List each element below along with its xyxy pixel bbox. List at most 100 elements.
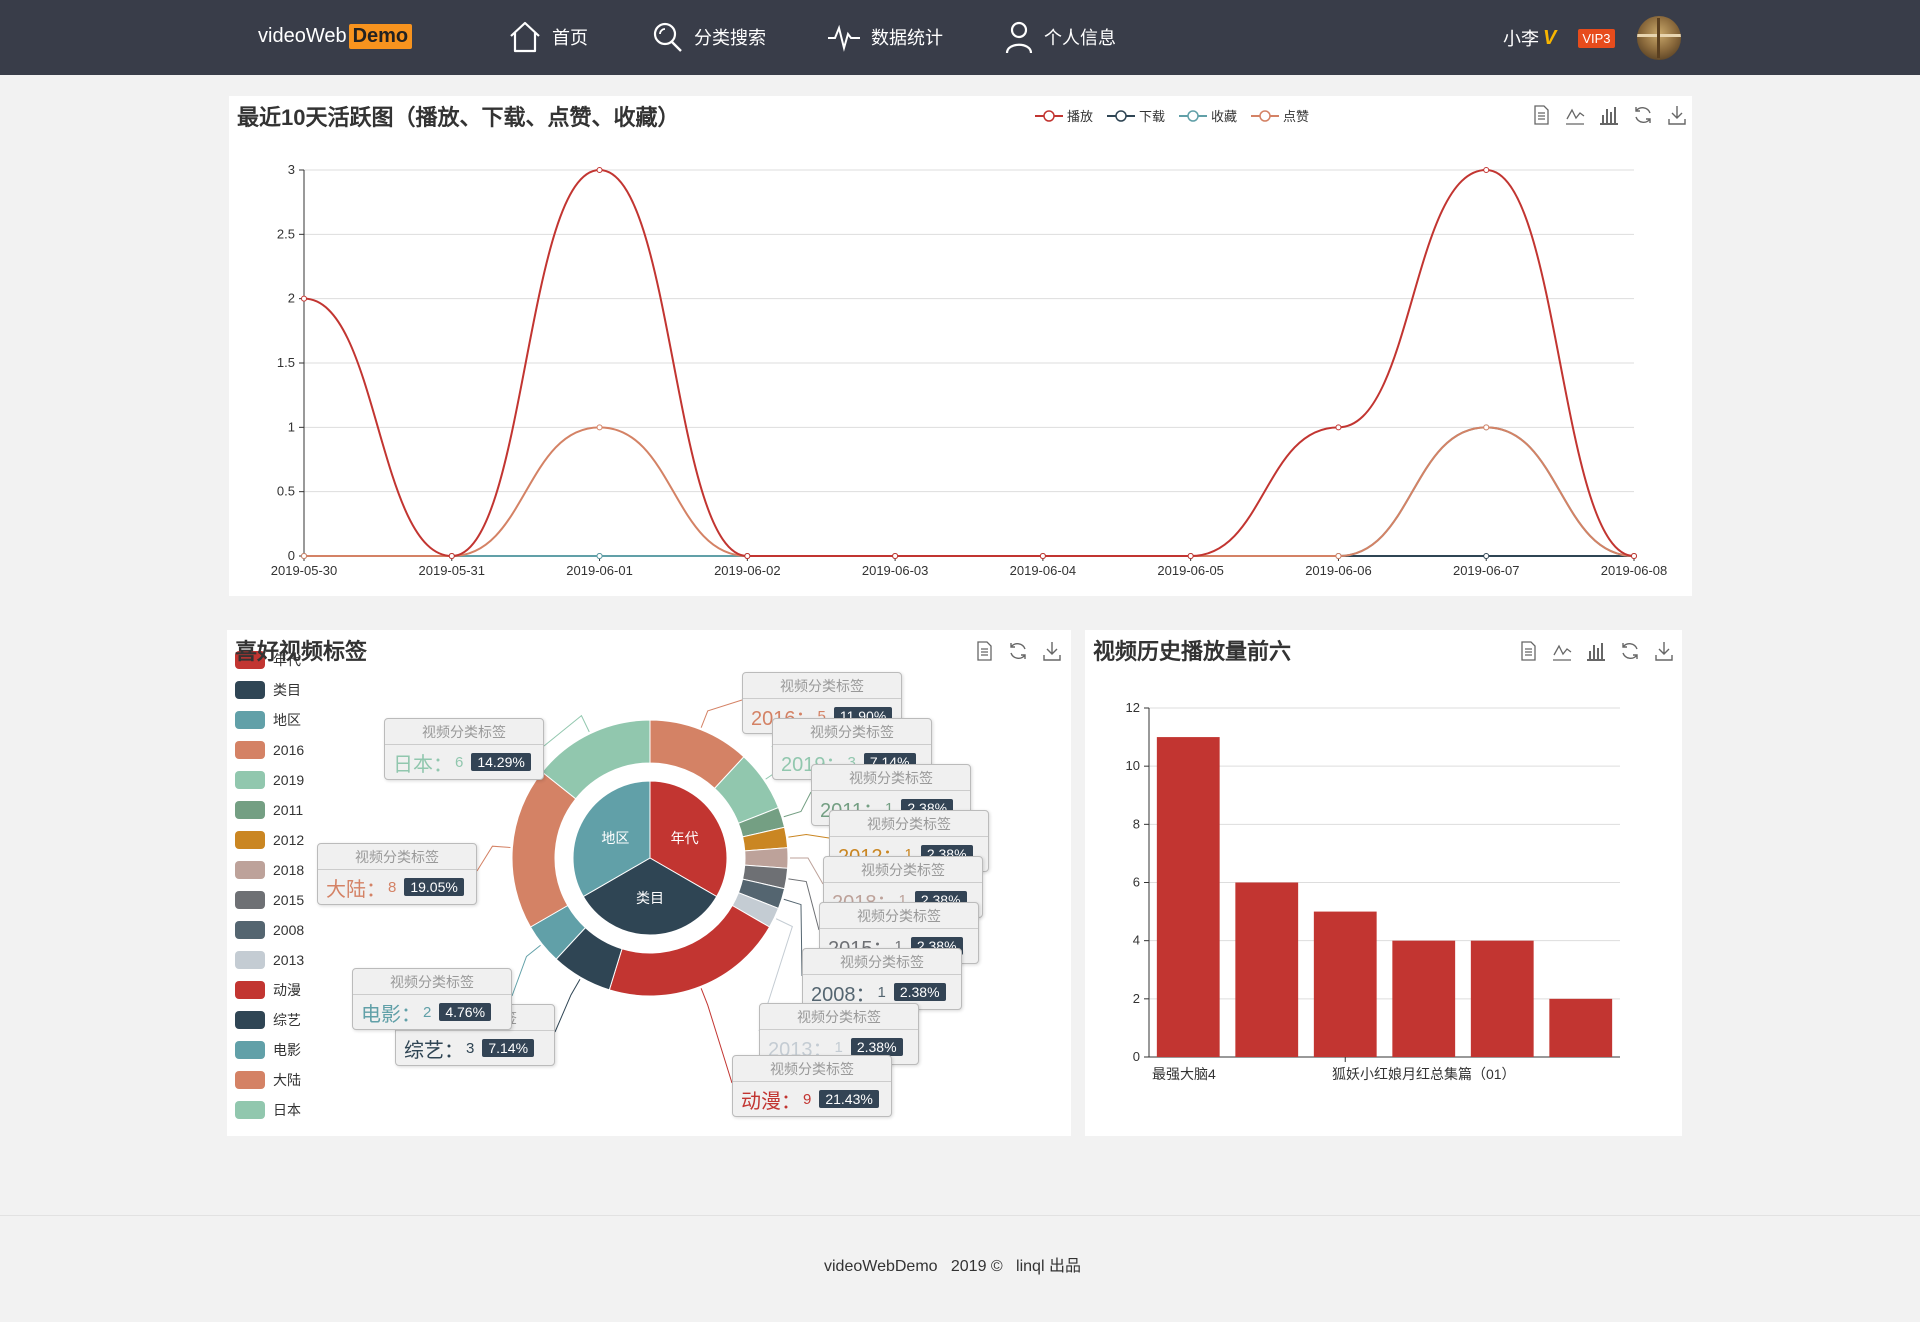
nav-item-search[interactable]: 分类搜索 — [652, 18, 766, 56]
y-tick-label: 0 — [288, 548, 295, 563]
x-tick-label: 2019-06-01 — [566, 563, 633, 578]
top-videos-bar-chart: 0 2 4 6 8 10 12 最强大脑4 狐妖小红娘月红总集篇（01） — [1126, 700, 1620, 1082]
y-tick-label: 0.5 — [277, 484, 295, 499]
nav-item-home[interactable]: 首页 — [508, 18, 588, 56]
legend-swatch — [235, 711, 265, 729]
tag-label-body: 动漫： 9 21.43% — [733, 1082, 891, 1116]
inner-slice-label: 类目 — [636, 890, 664, 906]
tag-label-percent: 2.38% — [850, 1038, 903, 1056]
nav-label-search: 分类搜索 — [694, 28, 766, 48]
legend-item[interactable]: 2019 — [235, 765, 304, 795]
legend-item[interactable]: 大陆 — [235, 1065, 304, 1095]
legend-label: 综艺 — [273, 1012, 301, 1028]
label-leader-line — [476, 845, 511, 872]
tag-label-percent: 19.05% — [404, 878, 464, 896]
legend-label: 2018 — [273, 862, 305, 878]
home-icon — [510, 21, 540, 53]
tag-label-header: 视频分类标签 — [803, 949, 961, 975]
tag-label-percent: 7.14% — [482, 1039, 535, 1057]
data-point — [1483, 167, 1490, 173]
bar — [1549, 998, 1613, 1057]
inner-slice-label: 地区 — [601, 830, 629, 846]
legend-label: 2013 — [273, 952, 305, 968]
legend-item[interactable]: 电影 — [235, 1035, 304, 1065]
brand-logo[interactable]: videoWeb Demo — [258, 22, 413, 50]
legend-item[interactable]: 2008 — [235, 915, 304, 945]
legend-item[interactable]: 类目 — [235, 675, 304, 705]
tag-label-header: 视频分类标签 — [824, 857, 982, 883]
legend-swatch — [235, 861, 265, 879]
tag-label-name: 综艺： — [404, 1039, 464, 1062]
search-icon — [653, 22, 682, 52]
user-name: 小李 — [1503, 29, 1539, 49]
legend-label: 地区 — [273, 712, 301, 728]
download-icon[interactable] — [1041, 640, 1063, 662]
activity-chart-panel: 最近10天活跃图（播放、下载、点赞、收藏） 播放 下载 收藏 点赞 0 0.5 1 1.5 2… — [229, 96, 1692, 596]
label-leader-line — [788, 878, 820, 931]
label-leader-line — [788, 833, 830, 839]
brand-name: videoWeb — [258, 24, 347, 47]
y-tick-label: 6 — [1133, 875, 1140, 890]
user-menu[interactable]: 小李 V VIP3 — [1503, 16, 1681, 60]
tag-label-body: 大陆： 8 19.05% — [318, 870, 476, 904]
tag-label-count: 6 — [455, 753, 464, 771]
data-view-icon[interactable] — [973, 640, 995, 662]
y-tick-label: 2 — [288, 291, 295, 306]
data-point — [1335, 553, 1342, 559]
verified-mark: V — [1543, 26, 1557, 49]
data-point — [744, 553, 751, 559]
legend-label: 电影 — [273, 1042, 301, 1058]
legend-swatch — [235, 771, 265, 789]
legend-label: 2019 — [273, 772, 305, 788]
legend-item[interactable]: 2012 — [235, 825, 304, 855]
legend-label: 2011 — [273, 802, 304, 818]
nav-item-profile[interactable]: 个人信息 — [1004, 18, 1116, 56]
y-tick-label: 10 — [1126, 758, 1140, 773]
legend-item[interactable]: 地区 — [235, 705, 304, 735]
legend-swatch — [235, 981, 265, 999]
data-point — [1039, 553, 1046, 559]
x-tick-label: 2019-05-30 — [271, 563, 338, 578]
legend-item[interactable]: 动漫 — [235, 975, 304, 1005]
x-tick-label: 2019-06-02 — [714, 563, 781, 578]
tags-chart-title: 喜好视频标签 — [235, 639, 368, 664]
legend-item[interactable]: 2011 — [235, 795, 304, 825]
data-point — [448, 553, 455, 559]
tag-label-header: 视频分类标签 — [812, 765, 970, 791]
legend-swatch — [235, 951, 265, 969]
legend-item[interactable]: 2016 — [235, 735, 304, 765]
restore-icon[interactable] — [1007, 640, 1029, 662]
legend-item[interactable]: 2018 — [235, 855, 304, 885]
legend-item[interactable]: 2015 — [235, 885, 304, 915]
footer-text: videoWebDemo 2019 © linql 出品 — [824, 1258, 1081, 1275]
bar — [1156, 737, 1220, 1057]
legend-swatch — [235, 741, 265, 759]
brand-badge: Demo — [348, 23, 413, 49]
tags-legend: 年代 类目 地区 2016 2019 2011 2012 2018 2015 2008 2013 动漫… — [235, 645, 304, 1125]
tag-label-header: 视频分类标签 — [385, 719, 543, 745]
nav-item-stats[interactable]: 数据统计 — [827, 18, 943, 56]
legend-item[interactable]: 2013 — [235, 945, 304, 975]
legend-label: 2012 — [273, 832, 305, 848]
legend-item[interactable]: 综艺 — [235, 1005, 304, 1035]
label-leader-line — [511, 944, 541, 997]
y-tick-label: 1 — [288, 419, 295, 434]
data-point — [301, 553, 307, 559]
tag-label-header: 视频分类标签 — [830, 811, 988, 837]
avatar[interactable] — [1636, 16, 1681, 60]
tag-label-box: 视频分类标签 动漫： 9 21.43% — [732, 1055, 892, 1117]
legend-swatch — [235, 1011, 265, 1029]
top-navbar: videoWeb Demo 首页 分类搜索 数据统计 个人信息 小李 V VIP… — [0, 0, 1920, 75]
y-tick-label: 12 — [1126, 700, 1140, 715]
legend-label: 大陆 — [273, 1072, 301, 1088]
inner-slice-label: 年代 — [671, 830, 699, 846]
y-tick-label: 3 — [288, 162, 295, 177]
label-leader-line — [554, 978, 581, 1033]
nav-label-stats: 数据统计 — [871, 28, 943, 48]
activity-line-chart: 0 0.5 1 1.5 2 2.5 3 2019-05-30 2019-05-31 2019-06… — [271, 162, 1668, 578]
tag-label-percent: 14.29% — [471, 753, 531, 771]
tag-label-percent: 4.76% — [439, 1003, 492, 1021]
bar — [1470, 940, 1534, 1057]
legend-item[interactable]: 日本 — [235, 1095, 304, 1125]
tag-label-header: 视频分类标签 — [760, 1004, 918, 1030]
